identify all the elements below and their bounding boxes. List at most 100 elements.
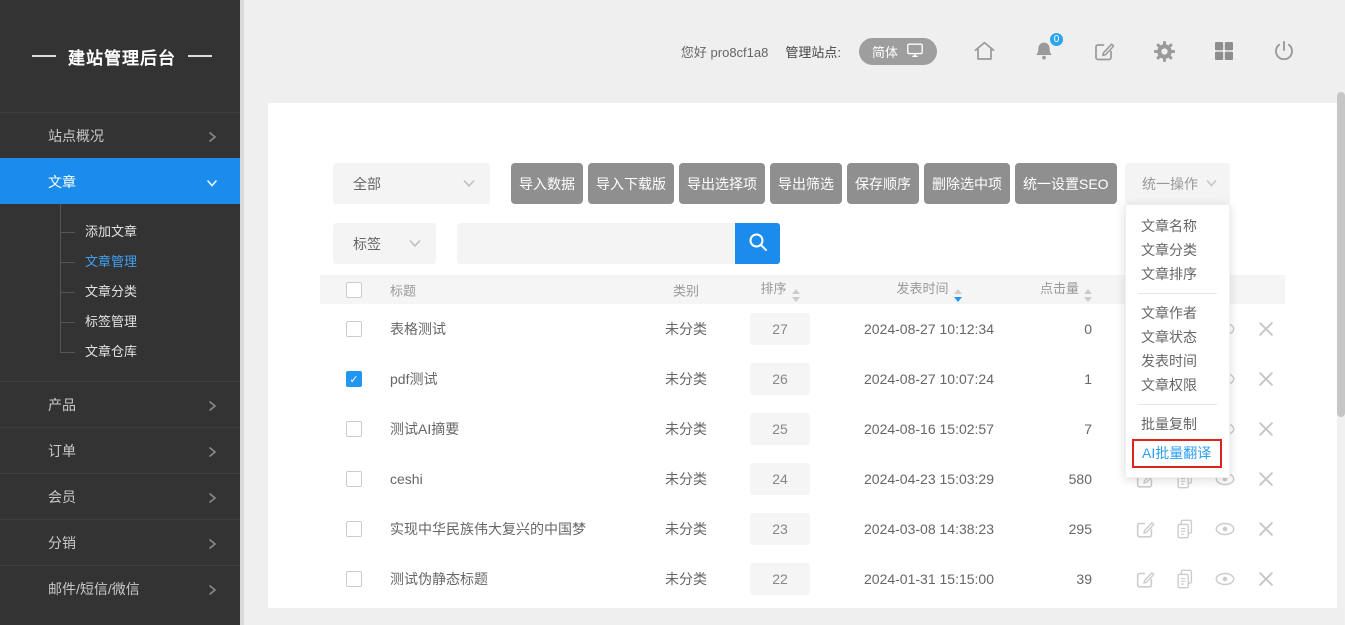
header-sort[interactable]: 排序 bbox=[722, 278, 838, 302]
export-filtered-button[interactable]: 导出筛选 bbox=[770, 163, 842, 204]
chevron-right-icon bbox=[206, 445, 218, 461]
row-title: 表格测试 bbox=[390, 319, 446, 339]
unified-action-dropdown-button[interactable]: 统一操作 bbox=[1125, 163, 1230, 204]
top-header: 您好 pro8cf1a8 管理站点: 简体 0 bbox=[244, 0, 1345, 103]
row-sort-value[interactable]: 24 bbox=[750, 463, 810, 495]
row-title: 测试伪静态标题 bbox=[390, 569, 488, 589]
row-category: 未分类 bbox=[650, 369, 722, 389]
edit-icon[interactable] bbox=[1091, 38, 1117, 64]
edit-icon[interactable] bbox=[1132, 517, 1158, 541]
sidebar-item-mail-sms-wechat[interactable]: 邮件/短信/微信 bbox=[0, 565, 244, 611]
row-clicks: 39 bbox=[1020, 571, 1092, 587]
delete-selected-button[interactable]: 删除选中项 bbox=[924, 163, 1010, 204]
search-input[interactable] bbox=[457, 223, 735, 264]
import-data-button[interactable]: 导入数据 bbox=[511, 163, 583, 204]
row-sort-value[interactable]: 26 bbox=[750, 363, 810, 395]
row-publish-time: 2024-03-08 14:38:23 bbox=[838, 521, 1020, 537]
language-switch-pill[interactable]: 简体 bbox=[859, 38, 937, 65]
menu-item-batch-copy[interactable]: 批量复制 bbox=[1126, 412, 1229, 436]
menu-item-article-sort[interactable]: 文章排序 bbox=[1126, 262, 1229, 286]
menu-item-publish-time[interactable]: 发表时间 bbox=[1126, 349, 1229, 373]
search-button[interactable] bbox=[735, 223, 780, 264]
notification-badge: 0 bbox=[1048, 31, 1065, 48]
row-checkbox[interactable] bbox=[346, 471, 362, 487]
menu-item-article-permission[interactable]: 文章权限 bbox=[1126, 373, 1229, 397]
export-selected-button[interactable]: 导出选择项 bbox=[679, 163, 765, 204]
row-clicks: 580 bbox=[1020, 471, 1092, 487]
delete-icon[interactable] bbox=[1253, 517, 1279, 541]
sidebar-item-articles[interactable]: 文章 bbox=[0, 158, 244, 204]
submenu-item-article-manage[interactable]: 文章管理 bbox=[0, 247, 244, 277]
menu-divider bbox=[1138, 404, 1217, 405]
sidebar-scrollbar[interactable] bbox=[240, 0, 244, 625]
copy-icon[interactable] bbox=[1172, 517, 1198, 541]
header-category: 类别 bbox=[650, 280, 722, 299]
row-checkbox[interactable] bbox=[346, 321, 362, 337]
chevron-down-icon bbox=[408, 236, 422, 252]
edit-icon[interactable] bbox=[1132, 567, 1158, 591]
submenu-item-article-category[interactable]: 文章分类 bbox=[0, 277, 244, 307]
gear-icon[interactable] bbox=[1151, 38, 1177, 64]
sidebar-item-products[interactable]: 产品 bbox=[0, 381, 244, 427]
app-logo: 建站管理后台 bbox=[0, 0, 244, 112]
row-sort-value[interactable]: 23 bbox=[750, 513, 810, 545]
menu-divider bbox=[1138, 293, 1217, 294]
save-order-button[interactable]: 保存顺序 bbox=[847, 163, 919, 204]
copy-icon[interactable] bbox=[1172, 567, 1198, 591]
sort-arrows-icon[interactable] bbox=[792, 289, 800, 302]
delete-icon[interactable] bbox=[1253, 467, 1279, 491]
row-publish-time: 2024-08-27 10:12:34 bbox=[838, 321, 1020, 337]
row-sort-value[interactable]: 27 bbox=[750, 313, 810, 345]
header-publish-time[interactable]: 发表时间 bbox=[838, 278, 1020, 302]
menu-item-article-status[interactable]: 文章状态 bbox=[1126, 325, 1229, 349]
row-checkbox[interactable] bbox=[346, 521, 362, 537]
row-checkbox[interactable] bbox=[346, 571, 362, 587]
menu-item-article-name[interactable]: 文章名称 bbox=[1126, 214, 1229, 238]
sidebar-item-site-overview[interactable]: 站点概况 bbox=[0, 112, 244, 158]
delete-icon[interactable] bbox=[1253, 317, 1279, 341]
delete-icon[interactable] bbox=[1253, 367, 1279, 391]
page-scrollbar-thumb[interactable] bbox=[1337, 92, 1345, 417]
set-seo-button[interactable]: 统一设置SEO bbox=[1015, 163, 1117, 204]
select-all-checkbox[interactable] bbox=[346, 282, 362, 298]
row-clicks: 0 bbox=[1020, 321, 1092, 337]
sort-arrows-icon[interactable] bbox=[954, 289, 962, 302]
row-sort-value[interactable]: 22 bbox=[750, 563, 810, 595]
tag-filter-select[interactable]: 标签 bbox=[333, 223, 436, 264]
submenu-item-tag-manage[interactable]: 标签管理 bbox=[0, 307, 244, 337]
chevron-right-icon bbox=[206, 537, 218, 553]
delete-icon[interactable] bbox=[1253, 417, 1279, 441]
row-checkbox-checked[interactable] bbox=[346, 371, 362, 387]
view-icon[interactable] bbox=[1212, 567, 1238, 591]
view-icon[interactable] bbox=[1212, 517, 1238, 541]
chevron-right-icon bbox=[206, 583, 218, 599]
sidebar-item-distribution[interactable]: 分销 bbox=[0, 519, 244, 565]
menu-item-article-author[interactable]: 文章作者 bbox=[1126, 301, 1229, 325]
sort-arrows-icon[interactable] bbox=[1084, 289, 1092, 302]
row-sort-value[interactable]: 25 bbox=[750, 413, 810, 445]
menu-item-ai-batch-translate[interactable]: AI批量翻译 bbox=[1132, 439, 1222, 468]
delete-icon[interactable] bbox=[1253, 567, 1279, 591]
menu-item-article-category[interactable]: 文章分类 bbox=[1126, 238, 1229, 262]
power-icon[interactable] bbox=[1271, 38, 1297, 64]
row-checkbox[interactable] bbox=[346, 421, 362, 437]
row-publish-time: 2024-08-27 10:07:24 bbox=[838, 371, 1020, 387]
home-icon[interactable] bbox=[971, 38, 997, 64]
sidebar-item-members[interactable]: 会员 bbox=[0, 473, 244, 519]
content-panel: 全部 导入数据 导入下载版 导出选择项 导出筛选 保存顺序 删除选中项 统一设置… bbox=[268, 103, 1337, 608]
row-title: ceshi bbox=[390, 471, 423, 487]
apps-grid-icon[interactable] bbox=[1211, 38, 1237, 64]
row-clicks: 295 bbox=[1020, 521, 1092, 537]
submenu-item-add-article[interactable]: 添加文章 bbox=[0, 217, 244, 247]
unified-action-menu: 文章名称 文章分类 文章排序 文章作者 文章状态 发表时间 文章权限 批量复制 … bbox=[1125, 204, 1230, 478]
table-row: 实现中华民族伟大复兴的中国梦 未分类 23 2024-03-08 14:38:2… bbox=[320, 504, 1285, 554]
sidebar-item-orders[interactable]: 订单 bbox=[0, 427, 244, 473]
submenu-item-article-warehouse[interactable]: 文章仓库 bbox=[0, 337, 244, 367]
header-clicks[interactable]: 点击量 bbox=[1020, 278, 1092, 302]
bell-icon[interactable]: 0 bbox=[1031, 38, 1057, 64]
toolbar-buttons: 导入数据 导入下载版 导出选择项 导出筛选 保存顺序 删除选中项 统一设置SEO bbox=[511, 163, 1117, 204]
row-category: 未分类 bbox=[650, 469, 722, 489]
import-download-button[interactable]: 导入下载版 bbox=[588, 163, 674, 204]
category-filter-select[interactable]: 全部 bbox=[333, 163, 490, 204]
language-label: 简体 bbox=[872, 42, 898, 61]
